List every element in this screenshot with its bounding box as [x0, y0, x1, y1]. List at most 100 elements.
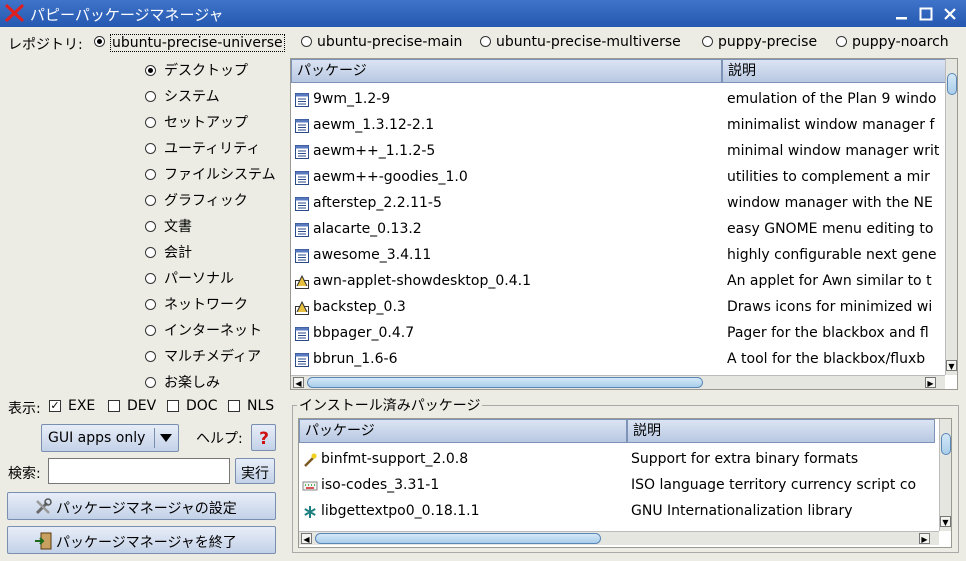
- category-item[interactable]: パーソナル: [145, 268, 285, 290]
- package-icon: [295, 223, 309, 237]
- category-item[interactable]: インターネット: [145, 320, 285, 342]
- category-label: ユーティリティ: [164, 141, 261, 157]
- repo-option-label: puppy-noarch: [852, 34, 949, 50]
- radio-button[interactable]: [480, 36, 491, 47]
- table-row[interactable]: iso-codes_3.31-1 ISO language territory c…: [299, 472, 939, 498]
- table-row[interactable]: alacarte_0.13.2 easy GNOME menu editing t…: [291, 216, 945, 242]
- checkbox[interactable]: [228, 400, 240, 412]
- repo-option-label: ubuntu-precise-main: [317, 34, 463, 50]
- radio-button[interactable]: [94, 36, 105, 47]
- category-item[interactable]: システム: [145, 86, 285, 108]
- package-vscroll-thumb[interactable]: [947, 73, 957, 95]
- radio-button[interactable]: [145, 377, 156, 388]
- category-item[interactable]: ユーティリティ: [145, 138, 285, 160]
- installed-scroll-left-icon[interactable]: ◀: [301, 533, 312, 544]
- installed-scroll-down-icon[interactable]: ▼: [940, 516, 951, 527]
- table-row[interactable]: aewm++-goodies_1.0 utilities to complemen…: [291, 164, 945, 190]
- table-row[interactable]: libgettextpo0_0.18.1.1 GNU Internationali…: [299, 498, 939, 524]
- table-row[interactable]: afterstep_2.2.11-5 window manager with th…: [291, 190, 945, 216]
- radio-button[interactable]: [301, 36, 312, 47]
- package-hscroll-thumb[interactable]: [307, 377, 703, 388]
- radio-button[interactable]: [145, 169, 156, 180]
- table-row[interactable]: binfmt-support_2.0.8 Support for extra bi…: [299, 446, 939, 472]
- category-item[interactable]: ネットワーク: [145, 294, 285, 316]
- title-bar[interactable]: パピーパッケージマネージャ: [0, 0, 966, 27]
- package-hscrollbar[interactable]: ◀ ▶: [291, 375, 945, 389]
- maximize-button[interactable]: [916, 4, 936, 24]
- radio-button[interactable]: [145, 273, 156, 284]
- category-item[interactable]: マルチメディア: [145, 346, 285, 368]
- description-column-header[interactable]: 説明: [722, 59, 952, 83]
- category-item[interactable]: ファイルシステム: [145, 164, 285, 186]
- installed-list[interactable]: パッケージ 説明 binfmt-support_2.0.8 Support for…: [298, 418, 952, 548]
- table-row[interactable]: aewm++_1.1.2-5 minimal window manager wri…: [291, 138, 945, 164]
- package-column-header[interactable]: パッケージ: [291, 59, 722, 83]
- search-button[interactable]: 実行: [235, 458, 275, 484]
- radio-button[interactable]: [145, 195, 156, 206]
- table-row[interactable]: bbrun_1.6-6 A tool for the blackbox/fluxb: [291, 346, 945, 372]
- package-list[interactable]: パッケージ 説明 9wm_1.2-9 emulation of the Plan …: [290, 58, 958, 390]
- exit-door-icon: [35, 532, 52, 550]
- filter-combobox[interactable]: GUI apps only: [41, 424, 179, 452]
- installed-package-column-header[interactable]: パッケージ: [299, 419, 627, 443]
- category-label: セットアップ: [164, 115, 248, 131]
- table-row[interactable]: aewm_1.3.12-2.1 minimalist window manager…: [291, 112, 945, 138]
- installed-vscroll-thumb[interactable]: [941, 433, 951, 455]
- radio-button[interactable]: [145, 91, 156, 102]
- category-item[interactable]: セットアップ: [145, 112, 285, 134]
- radio-button[interactable]: [145, 247, 156, 258]
- category-item[interactable]: お楽しみ: [145, 372, 285, 394]
- settings-button[interactable]: パッケージマネージャの設定: [7, 492, 276, 520]
- scroll-left-icon[interactable]: ◀: [293, 377, 304, 388]
- package-description: Pager for the blackbox and fl: [727, 325, 929, 341]
- installed-description-column-header[interactable]: 説明: [627, 419, 935, 443]
- applet-icon: [295, 274, 309, 289]
- package-icon: [295, 327, 309, 341]
- table-row[interactable]: awesome_3.4.11 highly configurable next g…: [291, 242, 945, 268]
- checkbox[interactable]: [108, 400, 120, 412]
- package-description: An applet for Awn similar to t: [727, 273, 932, 289]
- package-name: alacarte_0.13.2: [313, 221, 422, 237]
- category-label: インターネット: [164, 323, 262, 339]
- table-row[interactable]: 9wm_1.2-9 emulation of the Plan 9 windo: [291, 86, 945, 112]
- wand-icon: [304, 453, 317, 467]
- scroll-right-icon[interactable]: ▶: [925, 377, 936, 388]
- tools-icon: [35, 498, 52, 515]
- filter-value: GUI apps only: [48, 430, 146, 446]
- help-button[interactable]: ?: [251, 424, 276, 451]
- minimize-button[interactable]: [892, 4, 912, 24]
- installed-scroll-right-icon[interactable]: ▶: [919, 533, 930, 544]
- quit-button[interactable]: パッケージマネージャを終了: [7, 526, 276, 554]
- radio-button[interactable]: [836, 36, 847, 47]
- scroll-down-icon[interactable]: ▼: [946, 360, 957, 371]
- installed-hscroll-thumb[interactable]: [315, 533, 601, 544]
- table-row[interactable]: awn-applet-showdesktop_0.4.1 An applet fo…: [291, 268, 945, 294]
- table-row[interactable]: bbpager_0.4.7 Pager for the blackbox and …: [291, 320, 945, 346]
- radio-button[interactable]: [145, 143, 156, 154]
- category-item[interactable]: 文書: [145, 216, 285, 238]
- package-vscrollbar[interactable]: ▼: [945, 59, 957, 375]
- checkbox[interactable]: [167, 400, 179, 412]
- radio-button[interactable]: [145, 299, 156, 310]
- close-button[interactable]: [940, 4, 960, 24]
- display-label: 表示:: [8, 401, 41, 417]
- radio-button[interactable]: [145, 325, 156, 336]
- search-input[interactable]: [48, 458, 230, 484]
- installed-hscrollbar[interactable]: ◀ ▶: [299, 531, 939, 545]
- package-name: aewm++_1.1.2-5: [313, 143, 436, 159]
- radio-button[interactable]: [145, 351, 156, 362]
- package-name: backstep_0.3: [313, 299, 406, 315]
- category-item[interactable]: デスクトップ: [145, 60, 285, 82]
- checkbox[interactable]: ✓: [49, 400, 61, 412]
- package-name: aewm++-goodies_1.0: [313, 169, 468, 185]
- category-item[interactable]: 会計: [145, 242, 285, 264]
- table-row[interactable]: backstep_0.3 Draws icons for minimized wi: [291, 294, 945, 320]
- category-label: パーソナル: [164, 271, 234, 287]
- radio-button[interactable]: [145, 117, 156, 128]
- category-item[interactable]: グラフィック: [145, 190, 285, 212]
- radio-button[interactable]: [702, 36, 713, 47]
- radio-button[interactable]: [145, 65, 156, 76]
- radio-button[interactable]: [145, 221, 156, 232]
- installed-vscrollbar[interactable]: ▼: [939, 419, 951, 531]
- package-icon: [295, 249, 309, 263]
